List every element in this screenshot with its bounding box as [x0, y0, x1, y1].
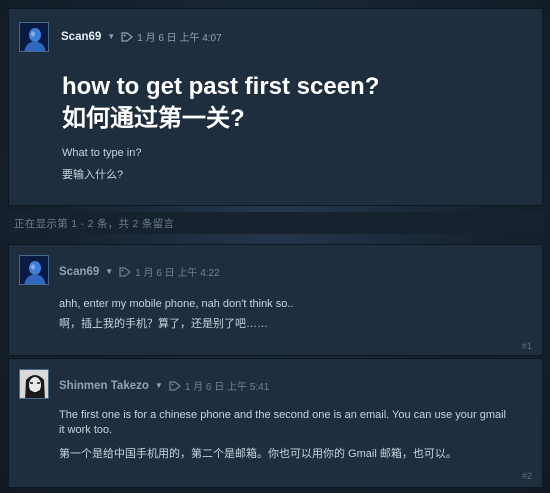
comment-number[interactable]: #1 — [522, 341, 532, 351]
tag-icon — [121, 31, 134, 42]
chevron-down-icon[interactable]: ▼ — [107, 32, 115, 41]
chevron-down-icon[interactable]: ▼ — [105, 267, 113, 276]
author-avatar[interactable] — [19, 22, 49, 52]
post-body-cn: 要输入什么? — [62, 169, 124, 181]
chevron-down-icon[interactable]: ▼ — [155, 381, 163, 390]
commenter-name[interactable]: Shinmen Takezo — [59, 380, 149, 392]
comment-1: Scan69 ▼ 1 月 6 日 上午 4:22 ahh, enter my m… — [8, 244, 543, 356]
comment-text-en-line2: it work too. — [59, 424, 113, 436]
commenter-avatar[interactable] — [19, 255, 49, 285]
post-body: What to type in? 要输入什么? — [62, 143, 142, 185]
comment-count: 正在显示第 1 - 2 条，共 2 条留言 — [8, 212, 543, 234]
comment-date: 1 月 6 日 上午 5:41 — [184, 382, 270, 393]
comment-text-cn: 第一个是给中国手机用的，第二个是邮箱。你也可以用你的 Gmail 邮箱，也可以。 — [59, 448, 457, 460]
comment-text-en-line1: The first one is for a chinese phone and… — [59, 409, 507, 421]
comment-date: 1 月 6 日 上午 4:22 — [135, 268, 220, 279]
comment-text-cn: 啊，插上我的手机？算了，还是别了吧…… — [59, 318, 268, 330]
original-post: Scan69 ▼ 1 月 6 日 上午 4:07 how to get past… — [8, 8, 543, 206]
comment-text-en: ahh, enter my mobile phone, nah don't th… — [59, 298, 294, 310]
post-title-cn: 如何通过第一关? — [62, 105, 245, 132]
author-name[interactable]: Scan69 — [61, 31, 101, 43]
post-title-en: how to get past first sceen? — [62, 73, 380, 100]
comment-text: ahh, enter my mobile phone, nah don't th… — [59, 294, 293, 334]
commenter-avatar[interactable] — [19, 369, 49, 399]
post-date: 1 月 6 日 上午 4:07 — [137, 33, 222, 44]
post-title: how to get past first sceen? 如何通过第一关? — [62, 71, 379, 135]
comment-number[interactable]: #2 — [522, 471, 532, 481]
comment-text: The first one is for a chinese phone and… — [59, 408, 539, 464]
tag-icon — [119, 266, 132, 277]
tag-icon — [169, 380, 181, 391]
post-body-en: What to type in? — [62, 147, 142, 159]
commenter-name[interactable]: Scan69 — [59, 266, 99, 278]
comment-2: Shinmen Takezo ▼ 1 月 6 日 上午 5:41 The fir… — [8, 358, 543, 488]
